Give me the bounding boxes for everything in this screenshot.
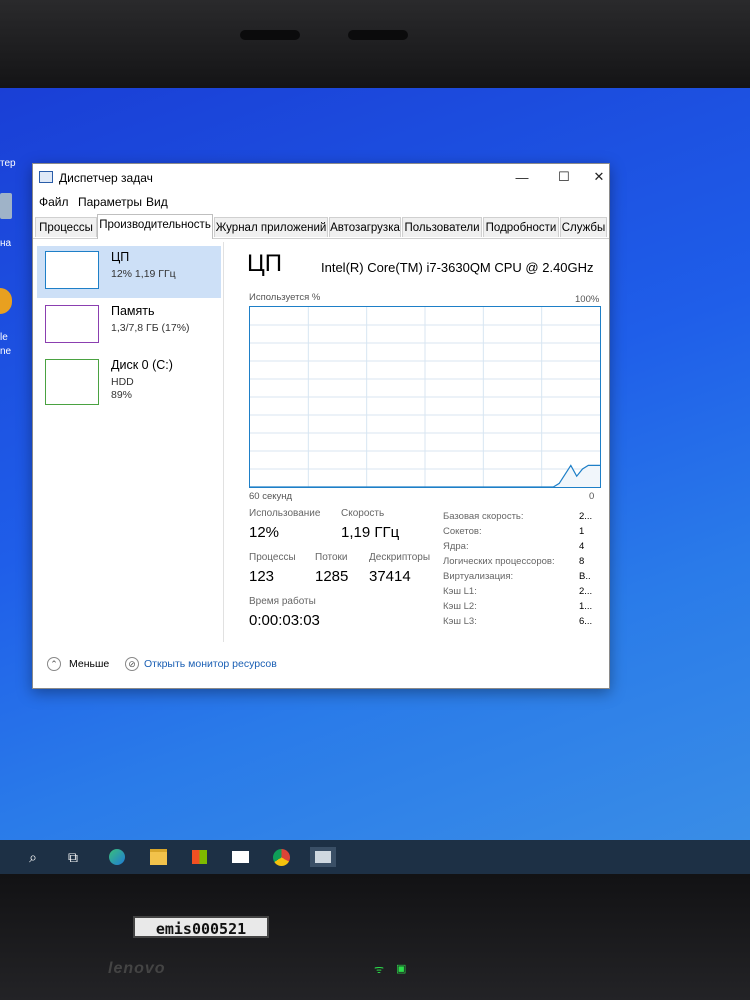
property-label: Кэш L2: [443,601,477,612]
minimize-button[interactable]: — [505,166,539,188]
property-value: 2... [579,511,593,522]
task-manager-window: Диспетчер задач — ☐ ✕ Файл Параметры Вид… [32,163,610,689]
file-explorer-icon[interactable] [148,847,168,867]
speed-label: Скорость [341,508,385,519]
footer: ⌃ Меньше ⊘ Открыть монитор ресурсов [33,654,609,684]
sidebar-item-detail: 1,3/7,8 ГБ (17%) [111,322,190,334]
menu-options[interactable]: Параметры [78,195,142,209]
edge-icon[interactable] [107,847,127,867]
sidebar-item-detail: 89% [111,389,133,401]
tab-users[interactable]: Пользователи [402,217,482,237]
processes-value: 123 [249,568,275,585]
property-label: Кэш L1: [443,586,477,597]
property-value: 1 [579,526,585,537]
tab-processes[interactable]: Процессы [35,217,97,237]
usage-value: 12% [249,524,280,541]
mail-icon[interactable] [230,847,250,867]
sidebar-item-memory[interactable]: Память 1,3/7,8 ГБ (17%) [37,300,221,352]
graph-label: Используется % [249,292,321,303]
threads-value: 1285 [315,568,349,585]
desktop-icon-label: на [0,238,12,249]
tab-app-history[interactable]: Журнал приложений [214,217,328,237]
handles-value: 37414 [369,568,411,585]
tab-performance[interactable]: Производительность [97,214,213,239]
tab-services[interactable]: Службы [560,217,607,237]
desktop-icon-label: le [0,332,8,343]
property-value: В.. [579,571,591,582]
disk-thumbnail [45,359,99,405]
store-icon[interactable] [189,847,209,867]
property-value: 6... [579,616,593,627]
page-title: ЦП [247,250,283,277]
property-label: Кэш L3: [443,616,477,627]
task-manager-taskbar-icon[interactable] [310,847,336,867]
laptop-bezel-bottom [0,874,750,1000]
sidebar-item-label: Память [111,304,155,318]
maximize-icon: ☐ [558,169,570,184]
title-bar[interactable]: Диспетчер задач — ☐ ✕ [33,164,609,190]
close-icon: ✕ [593,169,605,184]
tab-bar: Процессы Производительность Журнал прило… [33,214,609,239]
property-label: Виртуализация: [443,571,514,582]
task-manager-icon [39,171,53,183]
desktop-icon-label: тер [0,158,16,169]
menu-view[interactable]: Вид [146,195,168,209]
threads-label: Потоки [315,552,348,563]
sidebar-item-cpu[interactable]: ЦП 12% 1,19 ГГц [37,246,221,298]
graph-max-label: 100% [575,294,600,305]
maximize-button[interactable]: ☐ [547,166,581,188]
chrome-desktop-icon[interactable] [0,288,12,314]
camera-hinge [240,30,300,40]
cpu-usage-graph [249,306,601,488]
sidebar-item-detail: HDD [111,376,134,388]
window-title: Диспетчер задач [59,171,153,185]
usage-label: Использование [249,508,321,519]
asset-tag-sticker: emis000521 [133,916,269,938]
battery-led-icon: ▣ [396,963,407,975]
open-resource-monitor-link[interactable]: Открыть монитор ресурсов [144,658,277,670]
fewer-details-button[interactable]: Меньше [69,658,109,670]
cpu-thumbnail [45,251,99,289]
property-label: Базовая скорость: [443,511,524,522]
property-label: Сокетов: [443,526,482,537]
laptop-bezel-top [0,0,750,88]
property-value: 8 [579,556,585,567]
cpu-panel: ЦП Intel(R) Core(TM) i7-3630QM CPU @ 2.4… [239,250,605,640]
cpu-model: Intel(R) Core(TM) i7-3630QM CPU @ 2.40GH… [321,260,594,275]
property-value: 4 [579,541,585,552]
webcam-slot [348,30,408,40]
menu-file[interactable]: Файл [39,195,69,209]
chrome-icon[interactable] [271,847,291,867]
speed-value: 1,19 ГГц [341,524,400,541]
search-icon[interactable]: ⌕ [23,847,43,867]
cpu-usage-chart [250,307,600,488]
recycle-bin-icon[interactable] [0,193,12,219]
property-value: 2... [579,586,593,597]
close-button[interactable]: ✕ [589,166,609,188]
handles-label: Дескрипторы [369,552,431,563]
performance-sidebar: ЦП 12% 1,19 ГГц Память 1,3/7,8 ГБ (17%) … [35,242,224,642]
property-label: Ядра: [443,541,469,552]
sidebar-item-disk[interactable]: Диск 0 (C:) HDD 89% [37,354,221,414]
resource-monitor-icon: ⊘ [125,657,139,671]
memory-thumbnail [45,305,99,343]
wifi-led-icon: ᯤ [374,964,385,976]
chevron-up-icon[interactable]: ⌃ [47,657,61,671]
sidebar-item-detail: 12% 1,19 ГГц [111,268,176,280]
processes-label: Процессы [249,552,296,563]
lenovo-logo: lenovo [108,960,166,977]
graph-min-label: 0 [589,491,595,502]
sidebar-item-label: Диск 0 (C:) [111,358,173,372]
tab-details[interactable]: Подробности [483,217,559,237]
property-label: Логических процессоров: [443,556,555,567]
uptime-label: Время работы [249,596,316,607]
desktop-icon-label: ne [0,346,12,357]
minimize-icon: — [515,169,529,185]
graph-time-label: 60 секунд [249,491,293,502]
tab-startup[interactable]: Автозагрузка [329,217,401,237]
uptime-value: 0:00:03:03 [249,612,320,629]
sidebar-item-label: ЦП [111,250,130,264]
property-value: 1... [579,601,593,612]
task-view-icon[interactable]: ⧉ [63,847,83,867]
